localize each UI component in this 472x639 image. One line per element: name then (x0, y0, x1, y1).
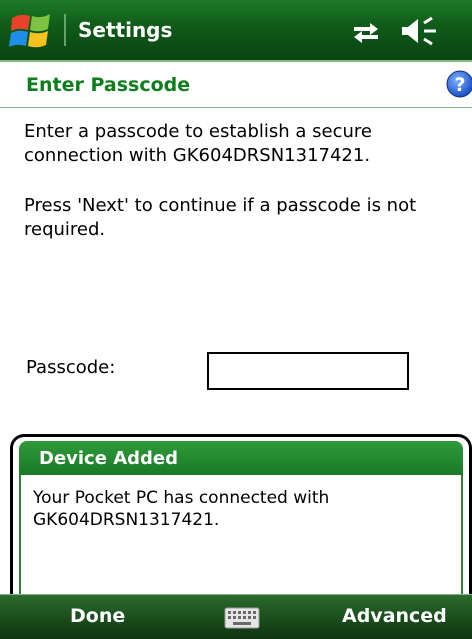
instruction-text: Enter a passcode to establish a secure c… (24, 121, 372, 166)
title-separator (64, 14, 66, 46)
speaker-icon[interactable] (398, 16, 440, 46)
notification-bubble: Device Added Your Pocket PC has connecte… (10, 434, 472, 609)
window-title: Settings (78, 18, 173, 42)
notification-title: Device Added (39, 448, 178, 469)
data-connection-icon[interactable] (350, 20, 382, 44)
notification-header: Device Added (19, 441, 463, 475)
passcode-label: Passcode: (26, 357, 116, 378)
help-icon[interactable]: ? (446, 70, 472, 98)
page-title: Enter Passcode (26, 74, 191, 96)
notification-message: Your Pocket PC has connected with GK604D… (33, 488, 330, 530)
passcode-input[interactable] (207, 352, 409, 390)
keyboard-icon[interactable] (224, 607, 260, 629)
done-button[interactable]: Done (70, 605, 125, 627)
windows-logo-icon[interactable] (8, 10, 56, 52)
notification-body: Your Pocket PC has connected with GK604D… (19, 475, 463, 609)
skip-hint-text: Press 'Next' to continue if a passcode i… (24, 195, 417, 240)
softkey-bar: Done Advanced (0, 594, 472, 639)
title-bar: Settings (0, 0, 472, 62)
section-header: Enter Passcode (0, 62, 472, 108)
svg-text:?: ? (454, 74, 465, 96)
advanced-button[interactable]: Advanced (342, 605, 447, 627)
